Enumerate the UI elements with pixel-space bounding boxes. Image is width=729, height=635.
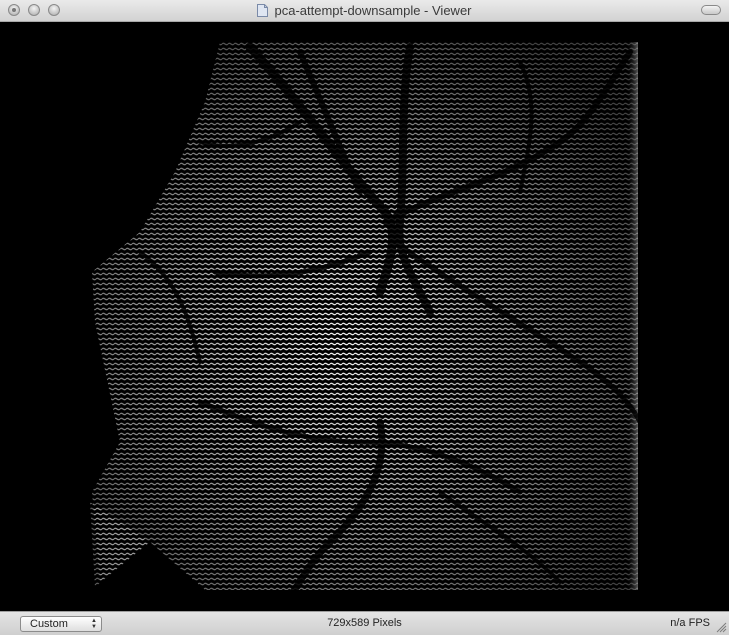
window-title-area: pca-attempt-downsample - Viewer [0, 3, 729, 19]
resize-grip-icon[interactable] [716, 622, 727, 633]
fps-readout: n/a FPS [670, 617, 710, 629]
image-viewport[interactable] [0, 22, 729, 611]
document-icon [257, 4, 269, 17]
viewer-window: pca-attempt-downsample - Viewer Custom ▲… [0, 0, 729, 635]
image-canvas [0, 22, 729, 611]
title-bar[interactable]: pca-attempt-downsample - Viewer [0, 0, 729, 22]
status-bar: Custom ▲ ▼ 729x589 Pixels n/a FPS [0, 611, 729, 635]
window-title: pca-attempt-downsample - Viewer [274, 3, 472, 18]
image-dimensions: 729x589 Pixels [327, 617, 402, 629]
toolbar-toggle-button[interactable] [701, 5, 721, 15]
